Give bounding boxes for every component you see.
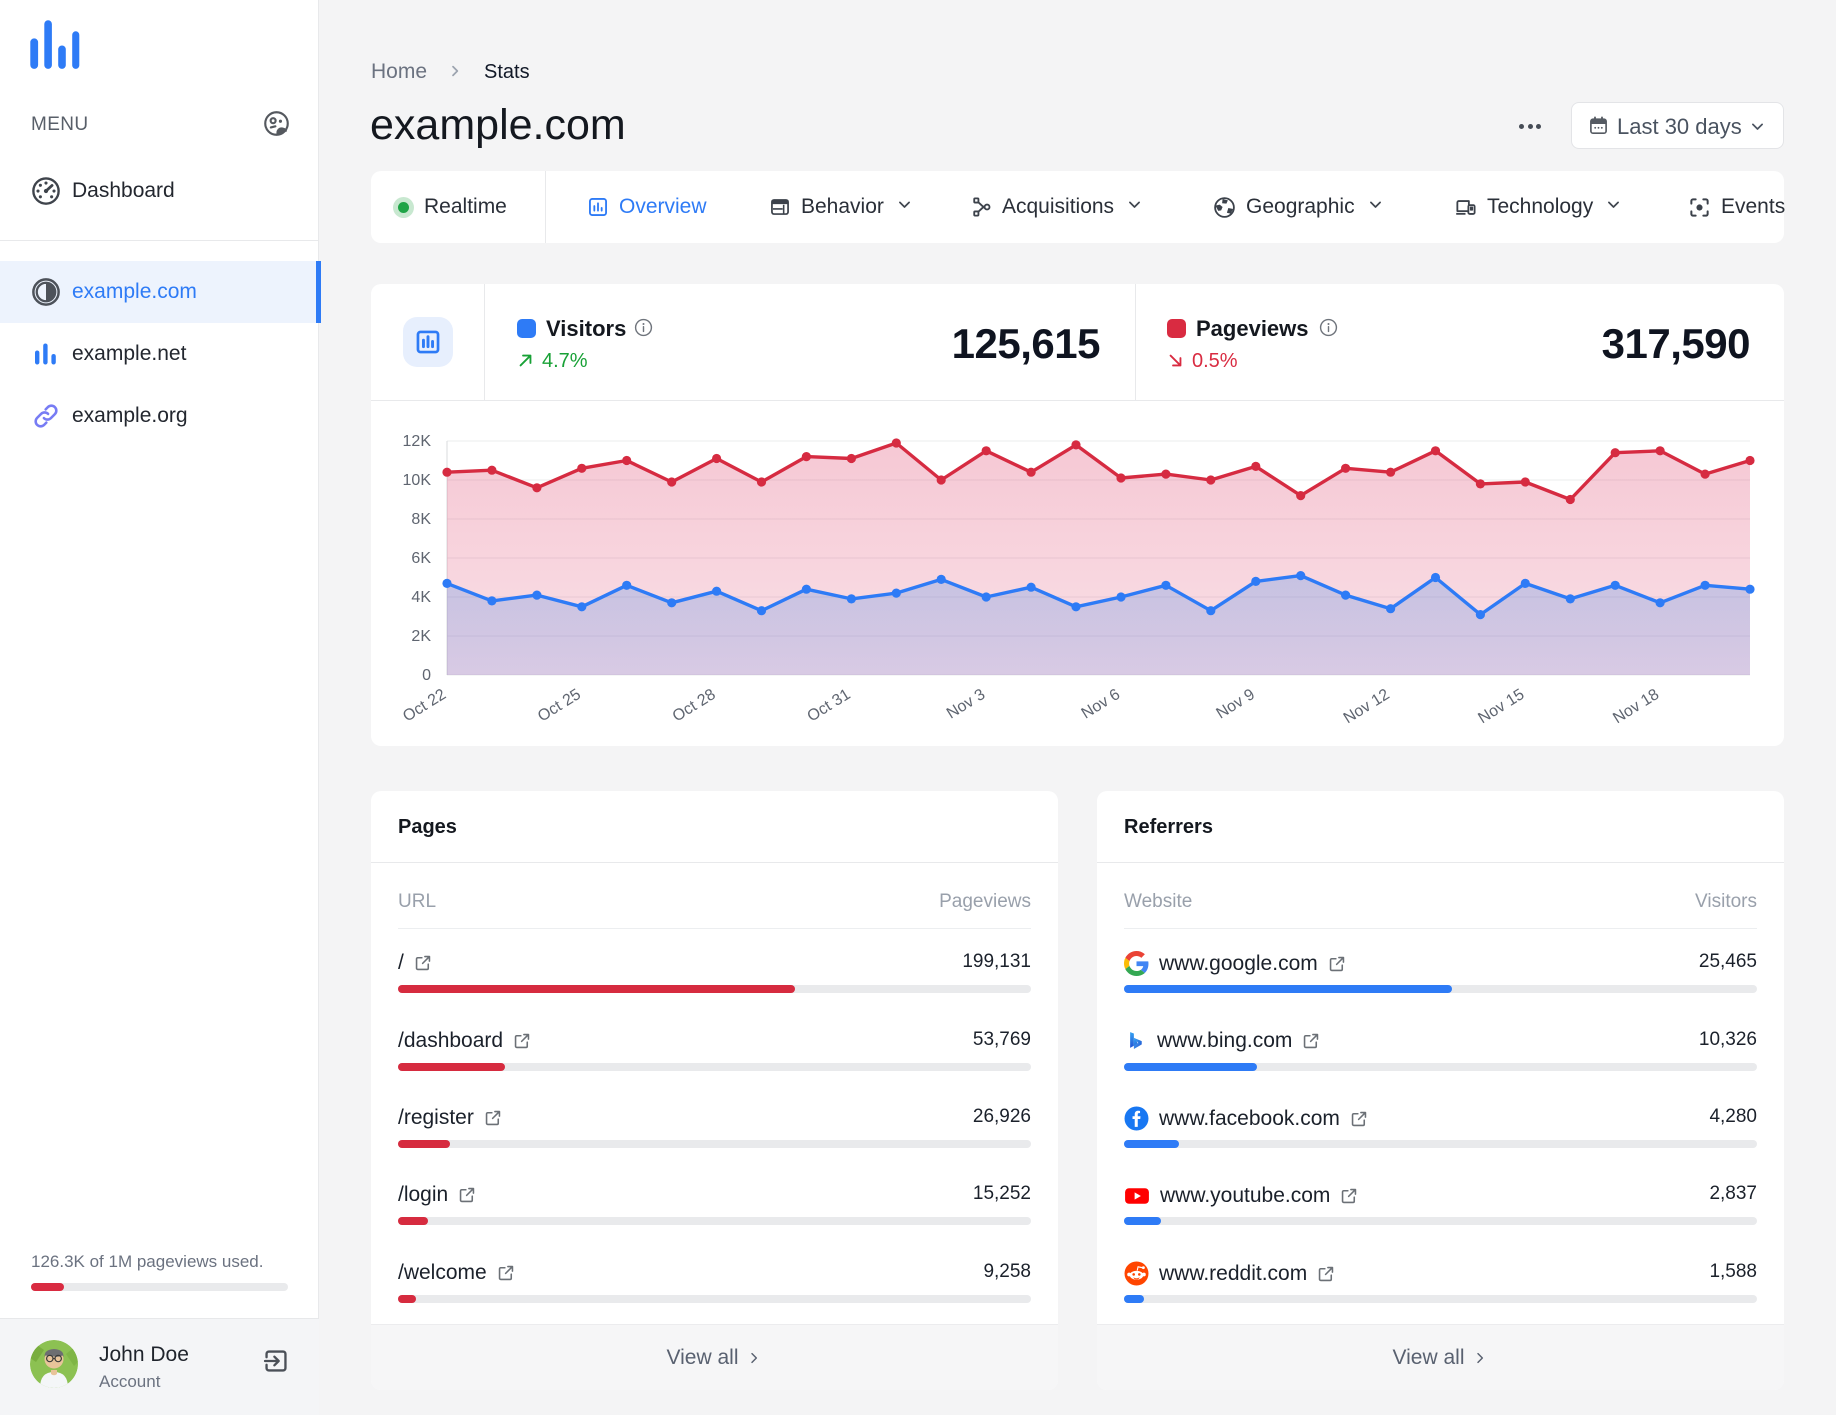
svg-text:Oct 25: Oct 25	[535, 686, 584, 725]
svg-text:12K: 12K	[403, 433, 432, 450]
svg-text:Oct 22: Oct 22	[400, 686, 449, 725]
svg-text:Oct 28: Oct 28	[670, 686, 719, 725]
svg-text:Nov 3: Nov 3	[944, 686, 989, 723]
svg-text:8K: 8K	[411, 511, 431, 528]
svg-text:Nov 12: Nov 12	[1341, 686, 1393, 727]
svg-text:4K: 4K	[411, 589, 431, 606]
svg-text:2K: 2K	[411, 628, 431, 645]
svg-text:Nov 9: Nov 9	[1213, 686, 1258, 723]
svg-text:Nov 18: Nov 18	[1610, 686, 1662, 727]
svg-text:Nov 6: Nov 6	[1079, 686, 1124, 723]
svg-text:6K: 6K	[411, 550, 431, 567]
svg-text:Oct 31: Oct 31	[805, 686, 854, 725]
svg-text:Nov 15: Nov 15	[1475, 686, 1527, 727]
svg-text:0: 0	[422, 667, 431, 684]
svg-text:10K: 10K	[403, 472, 432, 489]
